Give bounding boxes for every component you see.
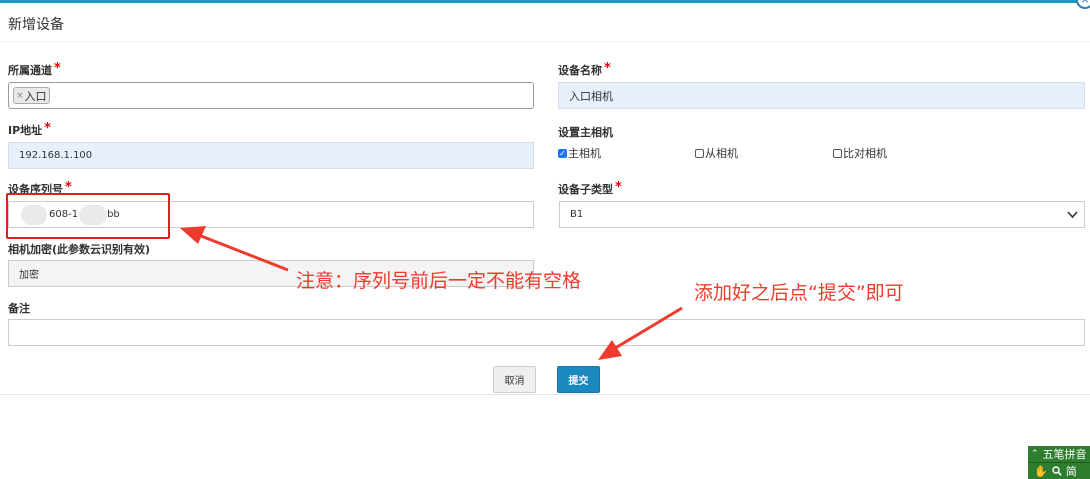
arrow-to-submit	[598, 306, 683, 360]
annotation-arrows	[180, 226, 683, 360]
search-icon[interactable]	[1052, 466, 1062, 476]
ime-toolbar[interactable]: ⌃ 五笔拼音 ✋ 简	[1028, 446, 1090, 479]
submit-annotation: 添加好之后点“提交”即可	[694, 282, 904, 304]
ime-mode-label[interactable]: 五笔拼音	[1043, 446, 1087, 462]
serial-annotation: 注意：序列号前后一定不能有空格	[296, 270, 582, 292]
double-chevron-icon[interactable]: ⌃	[1031, 449, 1039, 459]
ime-lang-label[interactable]: 简	[1066, 463, 1077, 479]
arrow-to-serial	[180, 226, 289, 272]
hand-icon[interactable]: ✋	[1034, 465, 1048, 478]
